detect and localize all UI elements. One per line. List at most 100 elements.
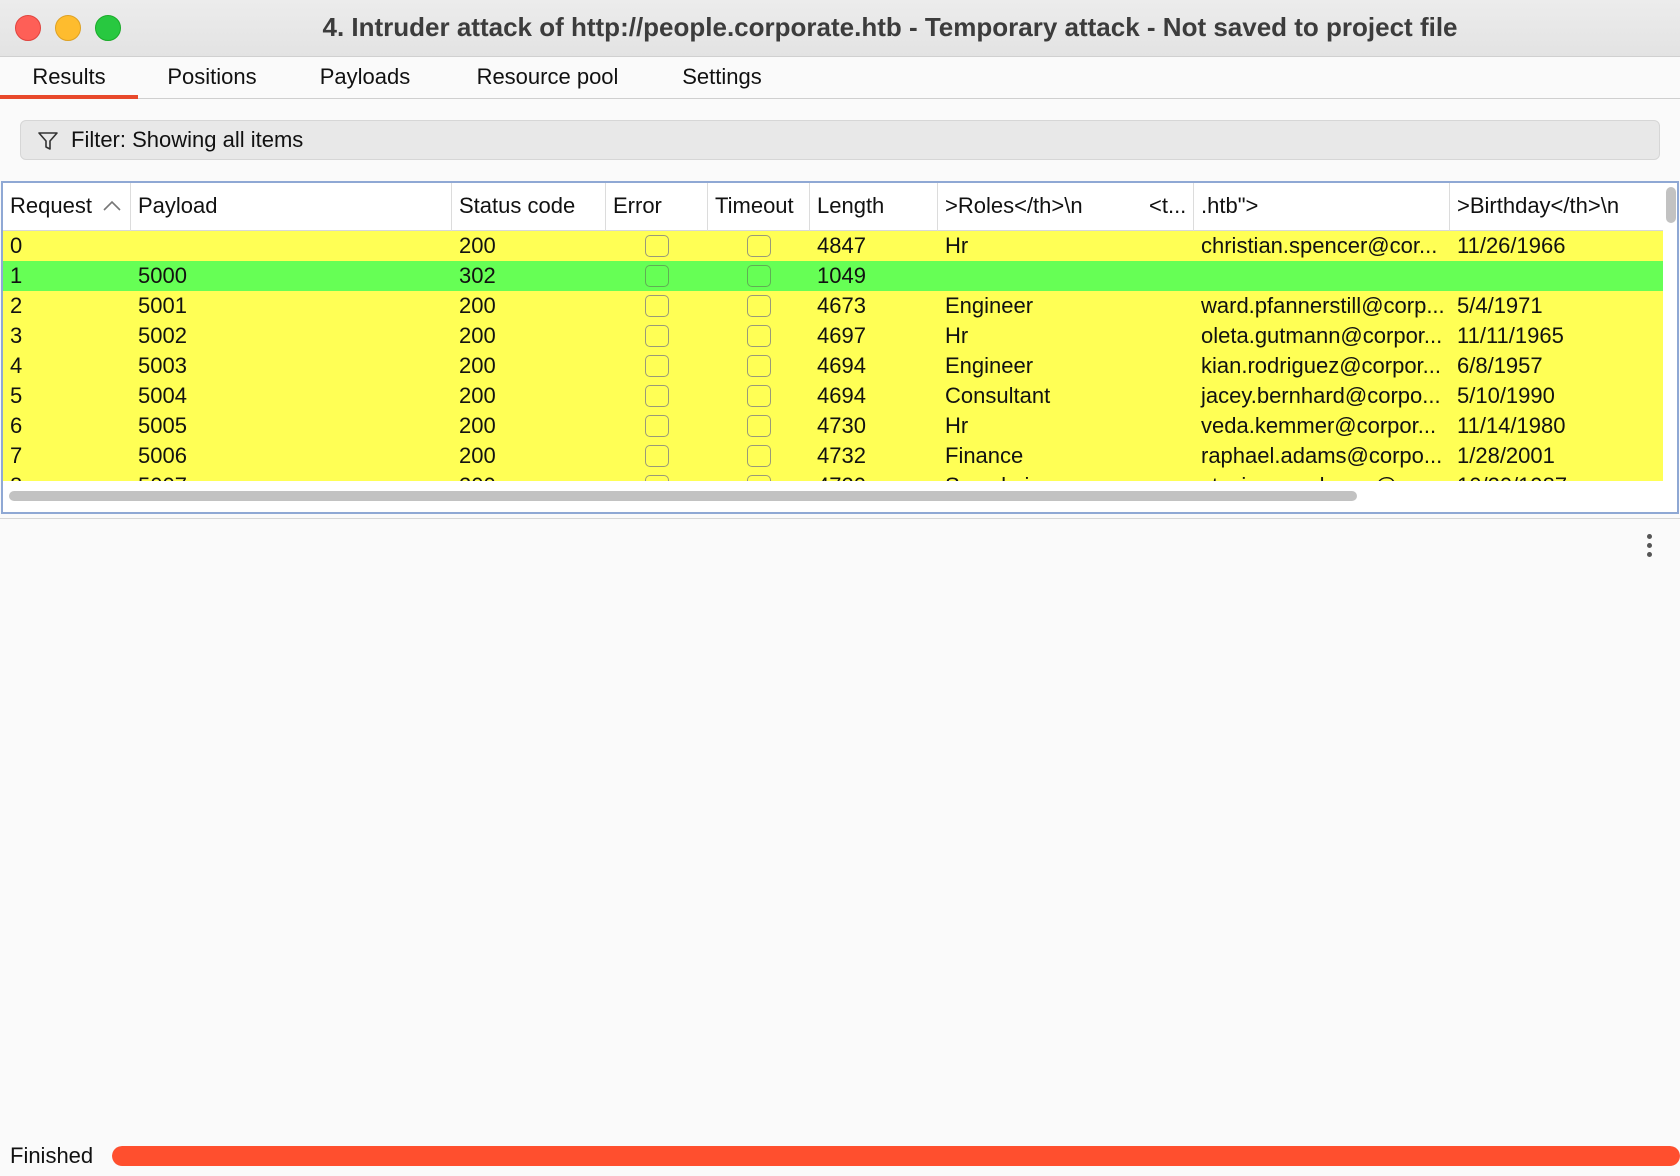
tab-payloads[interactable]: Payloads: [300, 57, 430, 99]
cell-email: raphael.adams@corpo...: [1201, 443, 1443, 468]
cell-length: 4694: [817, 353, 866, 378]
cell-email: oleta.gutmann@corpor...: [1201, 323, 1443, 348]
cell-birthday: 1/28/2001: [1457, 443, 1555, 468]
column-header-email[interactable]: .htb">: [1194, 183, 1450, 231]
split-pane-divider[interactable]: [0, 518, 1680, 519]
tab-results[interactable]: Results: [0, 57, 138, 99]
cell-payload: 5006: [138, 443, 187, 468]
cell-email: jacey.bernhard@corpo...: [1201, 383, 1441, 408]
cell-roles: [938, 261, 1194, 291]
timeout-checkbox[interactable]: [747, 265, 771, 287]
cell-status-code: 200: [459, 353, 496, 378]
cell-birthday: 5/4/1971: [1457, 293, 1543, 318]
table-body: 0 200 4847 Hr christian.spencer@cor... 1…: [3, 231, 1663, 481]
column-header-payload[interactable]: Payload: [131, 183, 452, 231]
cell-birthday: 10/20/1987: [1450, 471, 1663, 481]
cell-roles: Sysadmin: [938, 471, 1194, 481]
cell-roles: Hr: [945, 323, 969, 348]
table-row[interactable]: 3 5002 200 4697 Hr oleta.gutmann@corpor.…: [3, 321, 1663, 351]
cell-email: veda.kemmer@corpor...: [1201, 413, 1437, 438]
more-options-icon[interactable]: [1642, 532, 1658, 560]
column-header-roles[interactable]: >Roles</th>\n <t...: [938, 183, 1194, 231]
column-header-status-code[interactable]: Status code: [452, 183, 606, 231]
chevron-up-icon: [103, 200, 121, 211]
table-row[interactable]: 4 5003 200 4694 Engineer kian.rodriguez@…: [3, 351, 1663, 381]
cell-request: 2: [10, 293, 23, 318]
horizontal-scrollbar[interactable]: [3, 483, 1663, 507]
error-checkbox[interactable]: [645, 355, 669, 377]
error-checkbox[interactable]: [645, 415, 669, 437]
error-checkbox[interactable]: [645, 235, 669, 257]
horizontal-scrollbar-thumb[interactable]: [9, 491, 1357, 501]
error-checkbox[interactable]: [645, 385, 669, 407]
cell-payload: 5000: [138, 263, 187, 288]
cell-payload: 5002: [138, 323, 187, 348]
cell-birthday: 11/11/1965: [1457, 323, 1564, 348]
tab-bar: Results Positions Payloads Resource pool…: [0, 57, 1680, 99]
timeout-checkbox[interactable]: [747, 295, 771, 317]
table-row[interactable]: 0 200 4847 Hr christian.spencer@cor... 1…: [3, 231, 1663, 261]
timeout-checkbox[interactable]: [747, 355, 771, 377]
column-header-label: <t...: [1149, 193, 1187, 218]
cell-length: 4730: [817, 413, 866, 438]
results-table: Request Payload Status code Error Timeou…: [1, 181, 1679, 514]
table-header: Request Payload Status code Error Timeou…: [3, 183, 1663, 231]
error-checkbox[interactable]: [645, 475, 669, 481]
cell-status-code: 200: [452, 471, 606, 481]
attack-progress-bar: [112, 1146, 1680, 1166]
cell-request: 8: [3, 471, 131, 481]
cell-roles: Finance: [945, 443, 1024, 468]
vertical-scrollbar-thumb[interactable]: [1666, 187, 1676, 223]
cell-request: 3: [10, 323, 23, 348]
cell-status-code: 200: [459, 413, 496, 438]
column-header-error[interactable]: Error: [606, 183, 708, 231]
cell-request: 1: [10, 263, 23, 288]
close-window-button[interactable]: [15, 15, 41, 41]
timeout-checkbox[interactable]: [747, 235, 771, 257]
timeout-checkbox[interactable]: [747, 415, 771, 437]
tab-resource-pool[interactable]: Resource pool: [460, 57, 635, 99]
cell-status-code: 200: [459, 233, 496, 258]
timeout-checkbox[interactable]: [747, 385, 771, 407]
cell-length: 4732: [817, 443, 866, 468]
cell-birthday: 11/14/1980: [1457, 413, 1566, 438]
table-row[interactable]: 8 5007 200 4720 Sysadmin stevie.rosenbau…: [3, 471, 1663, 481]
table-row[interactable]: 7 5006 200 4732 Finance raphael.adams@co…: [3, 441, 1663, 471]
cell-length: 1049: [817, 263, 866, 288]
minimize-window-button[interactable]: [55, 15, 81, 41]
window-title: 4. Intruder attack of http://people.corp…: [322, 12, 1458, 42]
timeout-checkbox[interactable]: [747, 445, 771, 467]
column-header-request[interactable]: Request: [3, 183, 131, 231]
error-checkbox[interactable]: [645, 445, 669, 467]
error-checkbox[interactable]: [645, 295, 669, 317]
cell-roles: Engineer: [945, 353, 1034, 378]
cell-birthday: 6/8/1957: [1457, 353, 1543, 378]
cell-email: [1194, 261, 1450, 291]
table-row[interactable]: 5 5004 200 4694 Consultant jacey.bernhar…: [3, 381, 1663, 411]
cell-email: kian.rodriguez@corpor...: [1201, 353, 1442, 378]
vertical-scrollbar[interactable]: [1663, 183, 1677, 512]
tab-settings[interactable]: Settings: [672, 57, 772, 99]
error-checkbox[interactable]: [645, 265, 669, 287]
column-header-timeout[interactable]: Timeout: [708, 183, 810, 231]
cell-payload: [131, 231, 452, 261]
filter-icon: [38, 132, 58, 150]
cell-length: 4847: [817, 233, 866, 258]
cell-status-code: 302: [459, 263, 496, 288]
cell-payload: 5003: [138, 353, 187, 378]
timeout-checkbox[interactable]: [747, 325, 771, 347]
cell-birthday: 5/10/1990: [1457, 383, 1555, 408]
error-checkbox[interactable]: [645, 325, 669, 347]
tab-positions[interactable]: Positions: [148, 57, 276, 99]
table-row[interactable]: 1 5000 302 1049: [3, 261, 1663, 291]
cell-birthday: 11/26/1966: [1457, 233, 1566, 258]
timeout-checkbox[interactable]: [747, 475, 771, 481]
maximize-window-button[interactable]: [95, 15, 121, 41]
column-header-length[interactable]: Length: [810, 183, 938, 231]
column-header-birthday[interactable]: >Birthday</th>\n: [1450, 183, 1663, 231]
cell-roles: Engineer: [945, 293, 1034, 318]
cell-request: 5: [10, 383, 23, 408]
filter-bar[interactable]: Filter: Showing all items: [20, 120, 1660, 160]
table-row[interactable]: 6 5005 200 4730 Hr veda.kemmer@corpor...…: [3, 411, 1663, 441]
table-row[interactable]: 2 5001 200 4673 Engineer ward.pfannersti…: [3, 291, 1663, 321]
